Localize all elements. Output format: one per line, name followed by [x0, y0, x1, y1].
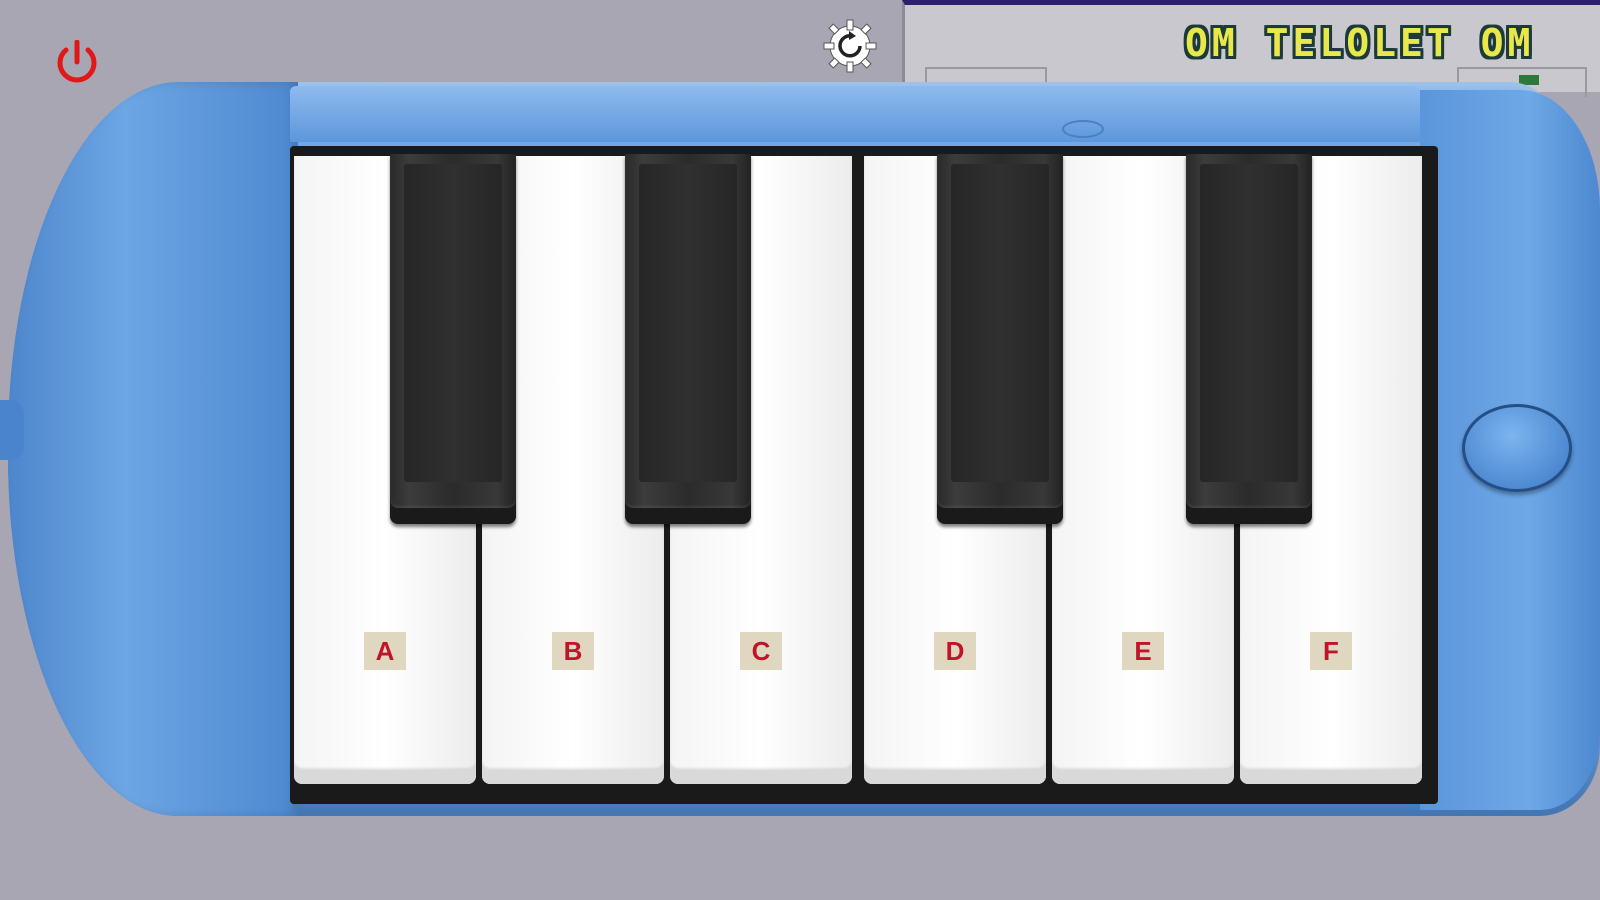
melodica-left-cap — [8, 82, 298, 816]
black-key-3[interactable] — [937, 154, 1063, 524]
key-label: F — [1310, 632, 1352, 670]
power-button[interactable] — [52, 39, 102, 84]
key-label: C — [740, 632, 782, 670]
vent-mark — [1062, 120, 1104, 138]
black-key-1[interactable] — [390, 154, 516, 524]
key-label: E — [1122, 632, 1164, 670]
melodica-top-rail — [290, 86, 1420, 142]
app-title: OM TELOLET OM — [1185, 21, 1535, 65]
black-key-2[interactable] — [625, 154, 751, 524]
key-label: A — [364, 632, 406, 670]
gear-refresh-icon — [823, 19, 877, 73]
reset-button[interactable] — [822, 18, 878, 74]
black-key-4[interactable] — [1186, 154, 1312, 524]
key-label: B — [552, 632, 594, 670]
power-icon — [57, 39, 97, 83]
side-tab — [0, 400, 24, 460]
title-panel: OM TELOLET OM — [902, 0, 1600, 97]
mouthpiece-button[interactable] — [1462, 404, 1572, 492]
keyboard: A B C D E F — [290, 146, 1438, 804]
key-label: D — [934, 632, 976, 670]
